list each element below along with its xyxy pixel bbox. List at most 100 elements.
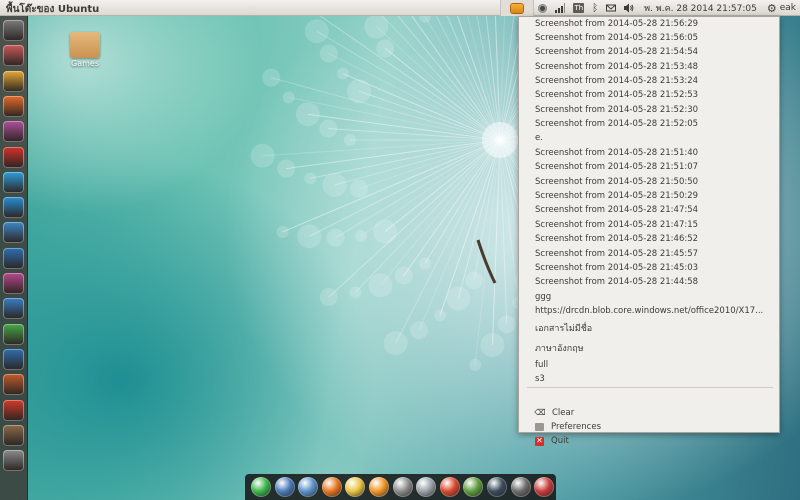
clipboard-history-item[interactable]: s3 [535,372,545,386]
clipboard-history-item[interactable]: Screenshot from 2014-05-28 21:45:57 [535,247,698,261]
camera-icon[interactable] [416,477,437,497]
messaging-indicator[interactable] [602,0,620,16]
user-name: eak [779,3,796,13]
bean-icon[interactable] [3,323,24,345]
clipboard-history-item[interactable]: Screenshot from 2014-05-28 21:53:48 [535,60,698,74]
telegram-icon[interactable] [3,197,24,219]
preferences-menu-item[interactable]: Preferences [535,420,601,434]
software-center-icon[interactable] [3,121,24,143]
dandelion-seed-tuft [368,273,393,298]
dandelion-seed-tuft [349,286,362,299]
clipboard-history-item[interactable]: Screenshot from 2014-05-28 21:45:03 [535,261,698,275]
filezilla-icon[interactable] [3,146,24,168]
folder-icon[interactable] [70,32,100,58]
clipboard-history-item[interactable]: Screenshot from 2014-05-28 21:54:54 [535,45,698,59]
dandelion-seed-tuft [304,172,317,185]
chrome-icon[interactable] [3,70,24,92]
dandelion-seed-tuft [250,143,275,168]
clipboard-history-item[interactable]: https://drcdn.blob.core.windows.net/offi… [535,304,763,318]
user-icon[interactable] [274,477,295,497]
dandelion-seed-tuft [410,321,429,340]
deluge-icon[interactable] [3,247,24,269]
dandelion-seed-tuft [480,333,505,358]
menu-separator [527,387,773,388]
stickies-icon[interactable] [345,477,366,497]
line-icon[interactable] [251,477,271,497]
clipboard-history-item[interactable]: Screenshot from 2014-05-28 21:50:50 [535,175,698,189]
clear-menu-item[interactable]: ⌫ Clear [534,406,575,420]
clipboard-history-item[interactable]: เอกสารไม่มีชื่อ [535,322,592,336]
dash-home-icon[interactable] [3,20,24,41]
sound-indicator[interactable] [620,0,638,16]
dandelion-seed-tuft [282,91,295,104]
image-viewer-icon[interactable] [3,424,24,446]
headphones-icon[interactable] [3,273,24,294]
quit-menu-item[interactable]: ✕ Quit [535,434,569,448]
unknown-app-icon[interactable] [510,477,531,497]
dandelion-seed-tuft [446,286,471,311]
clipboard-history-item[interactable]: Screenshot from 2014-05-28 21:51:07 [535,160,698,174]
network-indicator[interactable] [551,0,569,16]
dropbox-icon[interactable] [3,298,24,320]
skype-icon[interactable] [3,171,24,193]
pidgin-icon[interactable] [3,348,24,370]
settings-indicator[interactable] [534,0,551,16]
clipboard-history-item[interactable]: Screenshot from 2014-05-28 21:47:15 [535,218,698,232]
gallery-icon[interactable] [534,477,555,497]
screenshot-icon[interactable] [3,222,24,244]
dandelion-seed-tuft [304,19,329,44]
clipboard-history-item[interactable]: Screenshot from 2014-05-28 21:47:54 [535,203,698,217]
dandelion-seed-tuft [344,134,356,146]
clear-label: Clear [552,408,575,418]
virtualbox-icon[interactable] [3,374,24,396]
clear-icon: ⌫ [534,408,546,417]
dandelion-seed-tuft [347,79,372,104]
dandelion-seed-tuft [434,309,447,322]
vlc-icon[interactable] [321,477,342,497]
clipboard-history-item[interactable]: Screenshot from 2014-05-28 21:52:30 [535,103,698,117]
clipboard-history-item[interactable]: Screenshot from 2014-05-28 21:52:53 [535,88,698,102]
dandelion-seed-stroke [262,139,501,157]
clipboard-indicator[interactable] [500,0,535,16]
clipboard-history-item[interactable]: Screenshot from 2014-05-28 21:52:05 [535,117,698,131]
clipboard-history-item[interactable]: Screenshot from 2014-05-28 21:56:29 [535,17,698,31]
preferences-icon [535,423,544,431]
dandelion-seed-tuft [376,39,395,58]
dandelion-seed-tuft [350,179,369,198]
mail-icon[interactable] [298,477,319,497]
envelope-icon [606,4,617,12]
desktop-icon-label[interactable]: Games [64,59,106,68]
chrome-dock-icon[interactable] [439,477,460,497]
clipboard-history-item[interactable]: ภาษาอังกฤษ [535,342,584,356]
orange-app-icon[interactable] [369,477,389,497]
dandelion-seed-tuft [497,315,516,334]
media-player-icon[interactable] [3,399,24,421]
clock-indicator[interactable]: พ. พ.ค. 28 2014 21:57:05 [638,0,763,16]
clipboard-history-item[interactable]: Screenshot from 2014-05-28 21:50:29 [535,189,698,203]
minecraft-icon[interactable] [463,477,484,497]
files-icon[interactable] [3,45,24,67]
dandelion-seed-tuft [469,358,482,371]
indicator-area: Th ᛒ พ. พ.ค. 28 2014 21:57:05 ⚙ eak [500,0,800,16]
clipboard-history-item[interactable]: Screenshot from 2014-05-28 21:56:05 [535,31,698,45]
steam-icon[interactable] [487,477,507,497]
trash-icon[interactable] [3,450,24,472]
disc-icon[interactable] [392,477,413,497]
bluetooth-indicator[interactable]: ᛒ [588,0,602,16]
dandelion-seed-tuft [295,102,320,127]
clipboard-history-item[interactable]: Screenshot from 2014-05-28 21:46:52 [535,232,698,246]
clipboard-history-item[interactable]: full [535,358,548,372]
clipboard-history-item[interactable]: Screenshot from 2014-05-28 21:53:24 [535,74,698,88]
dandelion-seed-tuft [354,230,367,243]
clipboard-icon [511,3,524,13]
session-indicator[interactable]: ⚙ eak [763,0,800,16]
clipboard-history-item[interactable]: Screenshot from 2014-05-28 21:44:58 [535,275,698,289]
clipboard-history-item[interactable]: ggg [535,290,551,304]
clipboard-history-item[interactable]: e. [535,131,543,145]
signal-bars-icon [555,3,566,13]
dandelion-seed-tuft [419,257,431,270]
firefox-icon[interactable] [3,95,24,117]
clipboard-history-item[interactable]: Screenshot from 2014-05-28 21:51:40 [535,146,698,160]
keyboard-indicator[interactable]: Th [569,0,588,16]
preferences-label: Preferences [551,422,601,432]
